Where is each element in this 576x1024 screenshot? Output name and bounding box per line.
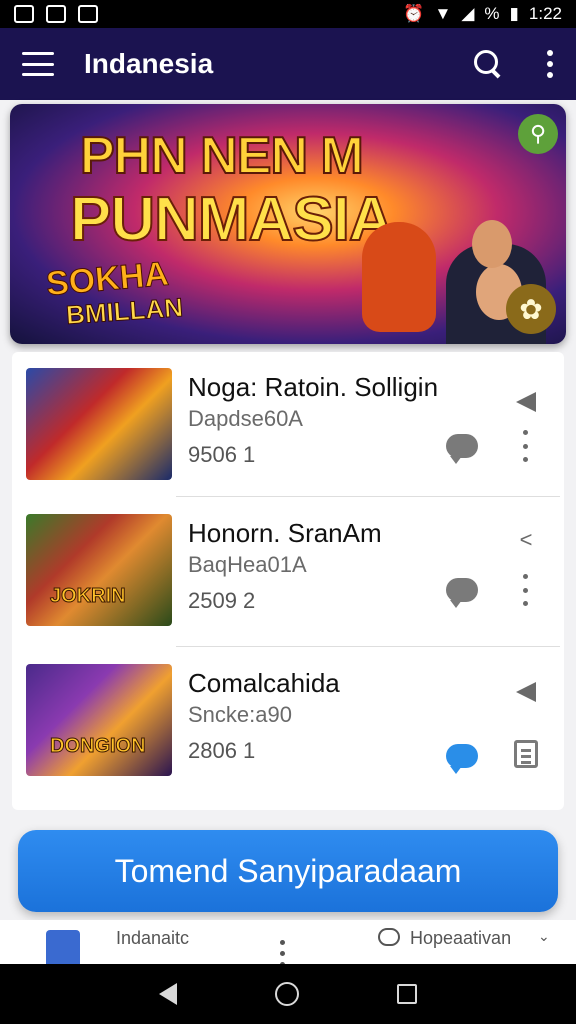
primary-cta-button[interactable]: Tomend Sanyiparadaam — [18, 830, 558, 912]
item-subtitle: Sncke:a90 — [188, 702, 292, 727]
home-icon[interactable] — [275, 982, 299, 1006]
settings-notification-icon — [46, 5, 66, 23]
more-vert-icon[interactable] — [523, 574, 529, 606]
signal-icon: ◢ — [461, 4, 475, 23]
preview-thumbnail[interactable] — [46, 930, 80, 964]
share-icon[interactable]: < — [512, 528, 540, 552]
featured-banner[interactable]: PHN NEN M PUNMASIA SOKHA BMILLAN ⚲ ✿ — [10, 104, 566, 344]
game-list: Noga: Ratoin. Solligin Dapdse60A 9506 1 … — [12, 352, 564, 810]
camera-icon — [78, 5, 98, 23]
divider — [176, 646, 560, 647]
item-title: Comalcahida — [188, 668, 340, 698]
gear-badge-icon[interactable]: ✿ — [506, 284, 556, 334]
bottom-preview-strip: Indanaitc Hopeaativan ⌄ — [0, 920, 576, 964]
banner-mascot-bear — [362, 222, 436, 332]
item-subtitle: Dapdse60A — [188, 406, 303, 431]
item-meta: 2806 1 — [188, 738, 256, 763]
status-bar: ⏰ ▼ ◢ % ▮ 1:22 — [0, 0, 576, 28]
divider — [176, 496, 560, 497]
battery-percent: % — [484, 4, 500, 23]
app-title: Indanesia — [84, 48, 214, 79]
list-item[interactable]: JOKRIN Honorn. SranAm BaqHea01A 2509 2 < — [12, 498, 564, 638]
more-vert-icon[interactable] — [523, 430, 529, 462]
item-subtitle: BaqHea01A — [188, 552, 307, 577]
send-icon[interactable] — [516, 392, 536, 412]
item-title: Noga: Ratoin. Solligin — [188, 372, 439, 402]
recents-icon[interactable] — [397, 984, 417, 1004]
zoom-badge-icon[interactable]: ⚲ — [518, 114, 558, 154]
gallery-icon — [14, 5, 34, 23]
item-thumbnail: JOKRIN — [26, 514, 172, 626]
battery-icon: ▮ — [509, 4, 519, 23]
wifi-icon: ▼ — [434, 4, 452, 23]
list-item[interactable]: DONGION Comalcahida Sncke:a90 2806 1 — [12, 648, 564, 788]
system-icons: ⏰ ▼ ◢ % ▮ 1:22 — [403, 4, 562, 24]
preview-right-text: Hopeaativan — [410, 928, 512, 948]
app-bar: Indanesia — [0, 28, 576, 100]
thumbnail-label: DONGION — [50, 735, 147, 758]
more-vert-icon[interactable] — [280, 940, 286, 964]
back-icon[interactable] — [159, 983, 177, 1005]
item-thumbnail — [26, 368, 172, 480]
banner-subtitle: PUNMASIA — [69, 184, 395, 255]
clipboard-icon[interactable] — [514, 740, 538, 768]
clock: 1:22 — [528, 4, 562, 23]
banner-logo-subtext: BMILLAN — [65, 291, 185, 331]
system-nav-bar — [0, 964, 576, 1024]
chat-icon[interactable] — [446, 744, 478, 774]
preview-left-text: Indanaitc — [116, 928, 190, 948]
banner-character-back-head — [472, 220, 512, 268]
item-meta: 2509 2 — [188, 588, 256, 613]
search-icon[interactable] — [472, 48, 504, 80]
banner-title: PHN NEN M — [79, 126, 365, 186]
list-item[interactable]: Noga: Ratoin. Solligin Dapdse60A 9506 1 — [12, 352, 564, 492]
chat-icon[interactable] — [446, 578, 478, 608]
chevron-down-icon[interactable]: ⌄ — [538, 928, 550, 945]
menu-icon[interactable] — [22, 52, 54, 76]
send-icon[interactable] — [516, 682, 536, 702]
chat-icon[interactable] — [378, 928, 400, 946]
item-meta: 9506 1 — [188, 442, 256, 467]
chat-icon[interactable] — [446, 434, 478, 464]
item-thumbnail: DONGION — [26, 664, 172, 776]
item-title: Honorn. SranAm — [188, 518, 382, 548]
alarm-icon: ⏰ — [403, 4, 425, 23]
thumbnail-label: JOKRIN — [50, 585, 127, 608]
more-vert-icon[interactable] — [546, 50, 554, 78]
notification-icons — [14, 5, 98, 23]
